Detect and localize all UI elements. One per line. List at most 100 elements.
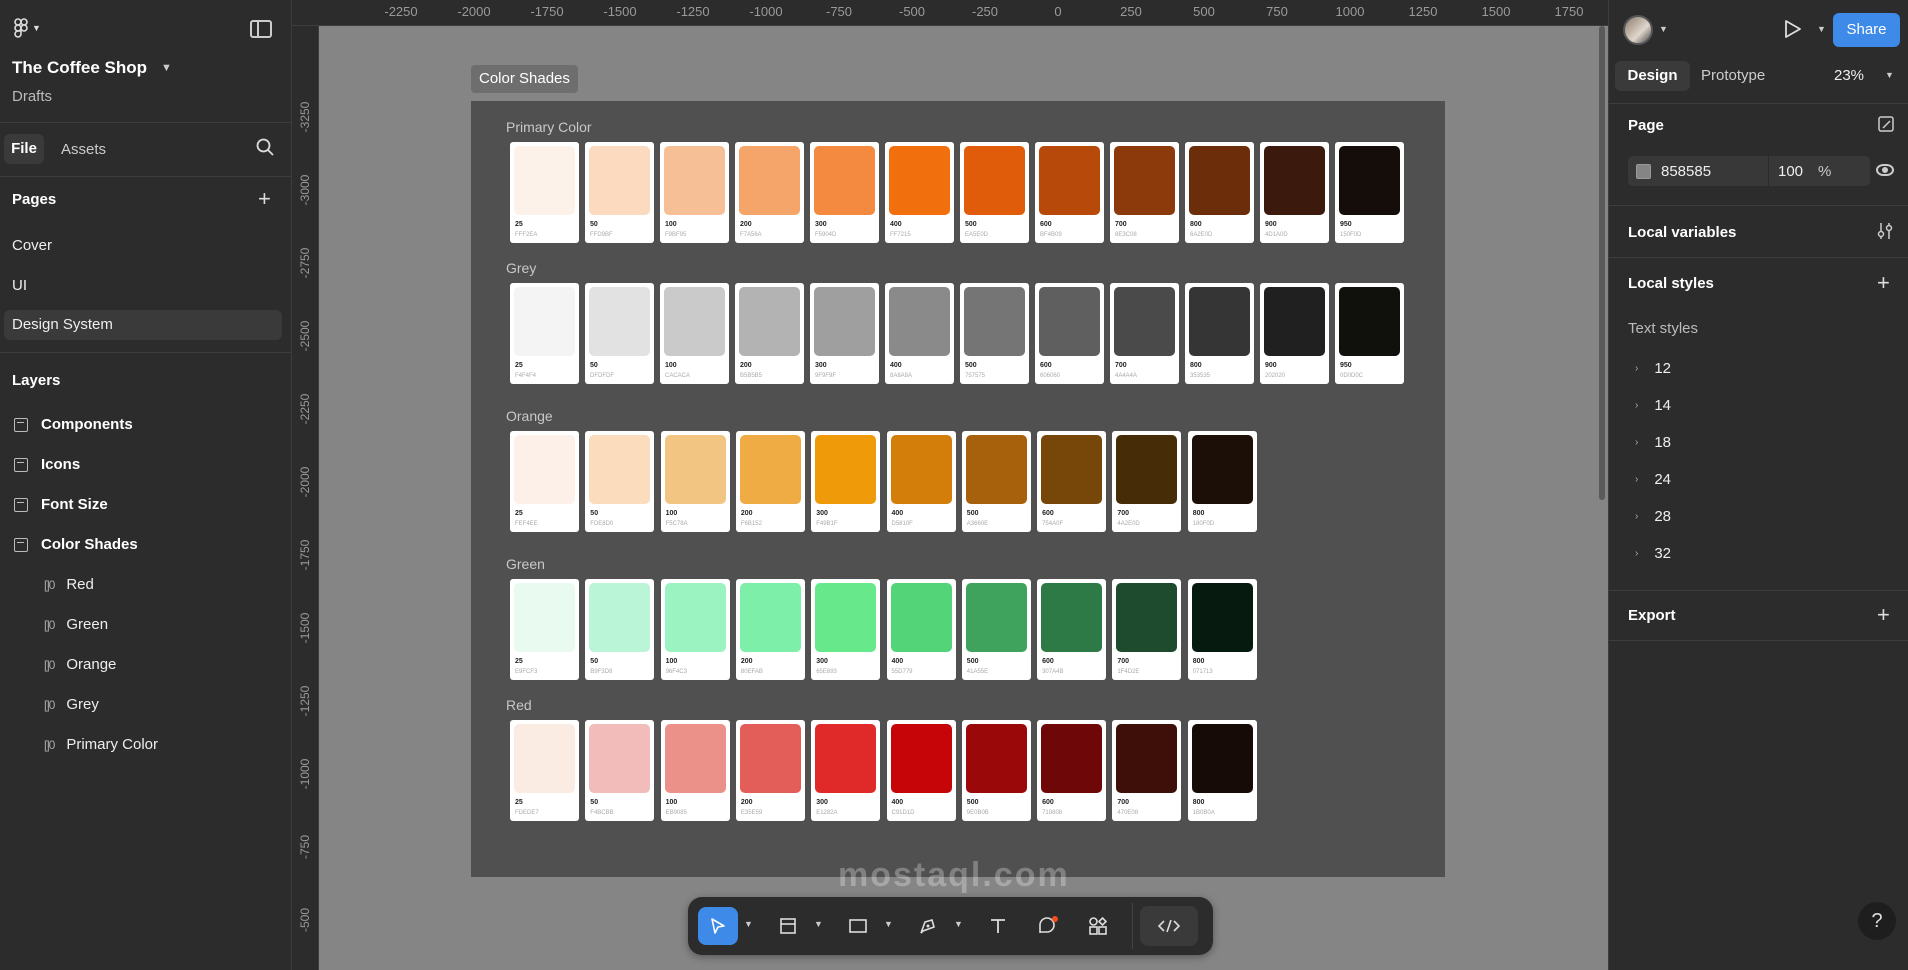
layer-color-shades[interactable]: Color Shades xyxy=(14,536,138,553)
page-item-ui[interactable]: UI xyxy=(12,277,27,294)
zoom-level[interactable]: 23% xyxy=(1834,67,1864,84)
color-card[interactable]: 800 353535 xyxy=(1185,283,1254,384)
text-style-item[interactable]: › 32 xyxy=(1635,545,1671,562)
layer-icons[interactable]: Icons xyxy=(14,456,80,473)
layer-orange[interactable]: []0 Orange xyxy=(44,656,116,673)
color-card[interactable]: 300 9F9F9F xyxy=(810,283,879,384)
color-card[interactable]: 500 41A55E xyxy=(961,579,1031,680)
color-card[interactable]: 400 C91D1D xyxy=(886,720,956,821)
color-card[interactable]: 200 B5B5B5 xyxy=(735,283,804,384)
export-heading[interactable]: Export xyxy=(1628,607,1676,624)
color-card[interactable]: 800 071713 xyxy=(1187,579,1257,680)
color-card[interactable]: 25 FDEDE7 xyxy=(510,720,579,821)
color-card[interactable]: 700 1F4D2E xyxy=(1112,579,1182,680)
color-card[interactable]: 25 FFF2EA xyxy=(510,142,579,243)
chevron-down-icon[interactable]: ▼ xyxy=(161,62,172,74)
page-styles-icon[interactable] xyxy=(1878,116,1894,132)
color-card[interactable]: 400 FF7215 xyxy=(885,142,954,243)
chevron-down-icon[interactable]: ▼ xyxy=(954,919,963,929)
scroll-thumb[interactable] xyxy=(1599,26,1605,500)
avatar[interactable] xyxy=(1623,15,1653,45)
color-card[interactable]: 600 307A4B xyxy=(1037,579,1107,680)
color-card[interactable]: 300 65E893 xyxy=(811,579,881,680)
color-card[interactable]: 200 80EFAB xyxy=(735,579,805,680)
color-card[interactable]: 800 180F0D xyxy=(1187,431,1257,532)
text-style-item[interactable]: › 12 xyxy=(1635,360,1671,377)
chevron-down-icon[interactable]: ▼ xyxy=(744,919,753,929)
color-card[interactable]: 100 F9BF95 xyxy=(660,142,729,243)
color-card[interactable]: 300 F49B1F xyxy=(811,431,881,532)
color-card[interactable]: 500 757575 xyxy=(960,283,1029,384)
text-style-item[interactable]: › 14 xyxy=(1635,397,1671,414)
tab-assets[interactable]: Assets xyxy=(61,141,106,158)
layer-primary-color[interactable]: []0 Primary Color xyxy=(44,736,158,753)
color-card[interactable]: 100 CACACA xyxy=(660,283,729,384)
help-button[interactable]: ? xyxy=(1858,902,1896,940)
color-card[interactable]: 600 710808 xyxy=(1037,720,1107,821)
add-export-icon[interactable]: + xyxy=(1877,604,1890,626)
canvas-scrollbar[interactable] xyxy=(1596,26,1608,970)
layer-red[interactable]: []0 Red xyxy=(44,576,94,593)
color-card[interactable]: 100 EB9085 xyxy=(660,720,730,821)
share-button[interactable]: Share xyxy=(1833,13,1900,47)
page-item-design-system[interactable]: Design System xyxy=(12,316,113,333)
chevron-down-icon[interactable]: ▼ xyxy=(814,919,823,929)
chevron-down-icon[interactable]: ▼ xyxy=(1659,24,1668,34)
color-card[interactable]: 50 F4BCBB xyxy=(585,720,655,821)
color-card[interactable]: 900 4D1A0D xyxy=(1260,142,1329,243)
add-page-icon[interactable]: + xyxy=(258,188,271,210)
color-card[interactable]: 400 55D779 xyxy=(886,579,956,680)
tab-prototype[interactable]: Prototype xyxy=(1701,67,1765,84)
chevron-down-icon[interactable]: ▼ xyxy=(884,919,893,929)
search-icon[interactable] xyxy=(256,138,274,156)
color-card[interactable]: 950 0D0D0C xyxy=(1335,283,1404,384)
color-card[interactable]: 200 F7A56A xyxy=(735,142,804,243)
color-card[interactable]: 600 754A0F xyxy=(1037,431,1107,532)
color-card[interactable]: 800 6A2E0D xyxy=(1185,142,1254,243)
chevron-down-icon[interactable]: ▼ xyxy=(1885,70,1894,80)
color-card[interactable]: 300 E1282A xyxy=(811,720,881,821)
color-card[interactable]: 600 BF4B09 xyxy=(1035,142,1104,243)
text-style-item[interactable]: › 28 xyxy=(1635,508,1671,525)
color-shades-frame[interactable]: Primary Color 25 FFF2EA 50 FFD9BF 100 F9BF95 20… xyxy=(471,101,1445,877)
layer-grey[interactable]: []0 Grey xyxy=(44,696,99,713)
color-card[interactable]: 900 202020 xyxy=(1260,283,1329,384)
actions-tool-button[interactable] xyxy=(1078,907,1118,945)
color-card[interactable]: 50 B9F3D8 xyxy=(585,579,655,680)
color-card[interactable]: 700 4A2E0D xyxy=(1112,431,1182,532)
color-card[interactable]: 25 E9FCF3 xyxy=(510,579,579,680)
page-color-field[interactable]: 858585 100 % xyxy=(1628,156,1870,186)
project-title[interactable]: The Coffee Shop xyxy=(12,58,147,78)
page-opacity[interactable]: 100 xyxy=(1778,163,1803,180)
layer-green[interactable]: []0 Green xyxy=(44,616,108,633)
project-location[interactable]: Drafts xyxy=(12,88,52,105)
rectangle-tool-button[interactable] xyxy=(838,907,878,945)
layer-components[interactable]: Components xyxy=(14,416,133,433)
page-color-hex[interactable]: 858585 xyxy=(1661,163,1711,180)
color-card[interactable]: 700 8E3C08 xyxy=(1110,142,1179,243)
color-card[interactable]: 100 F5C78A xyxy=(660,431,730,532)
tab-design[interactable]: Design xyxy=(1615,61,1690,91)
color-card[interactable]: 950 150F0D xyxy=(1335,142,1404,243)
color-card[interactable]: 400 D5810F xyxy=(886,431,956,532)
color-card[interactable]: 500 A3660E xyxy=(961,431,1031,532)
color-card[interactable]: 200 F6B152 xyxy=(735,431,805,532)
sidebar-toggle-icon[interactable] xyxy=(250,20,272,38)
color-card[interactable]: 50 FDE8D0 xyxy=(585,431,655,532)
add-style-icon[interactable]: + xyxy=(1877,272,1890,294)
text-style-item[interactable]: › 24 xyxy=(1635,471,1671,488)
color-card[interactable]: 500 EA5E0D xyxy=(960,142,1029,243)
frame-label[interactable]: Color Shades xyxy=(471,65,578,93)
page-color-swatch[interactable] xyxy=(1636,164,1651,179)
color-card[interactable]: 200 E35E59 xyxy=(735,720,805,821)
color-card[interactable]: 50 DFDFDF xyxy=(585,283,654,384)
local-variables-heading[interactable]: Local variables xyxy=(1628,224,1736,241)
color-card[interactable]: 700 4A4A4A xyxy=(1110,283,1179,384)
main-menu-button[interactable]: ▼ xyxy=(14,18,41,38)
page-item-cover[interactable]: Cover xyxy=(12,237,52,254)
present-play-icon[interactable] xyxy=(1784,19,1802,39)
sliders-icon[interactable] xyxy=(1877,222,1893,240)
text-style-item[interactable]: › 18 xyxy=(1635,434,1671,451)
frame-tool-button[interactable] xyxy=(768,907,808,945)
color-card[interactable]: 800 1B0B0A xyxy=(1187,720,1257,821)
